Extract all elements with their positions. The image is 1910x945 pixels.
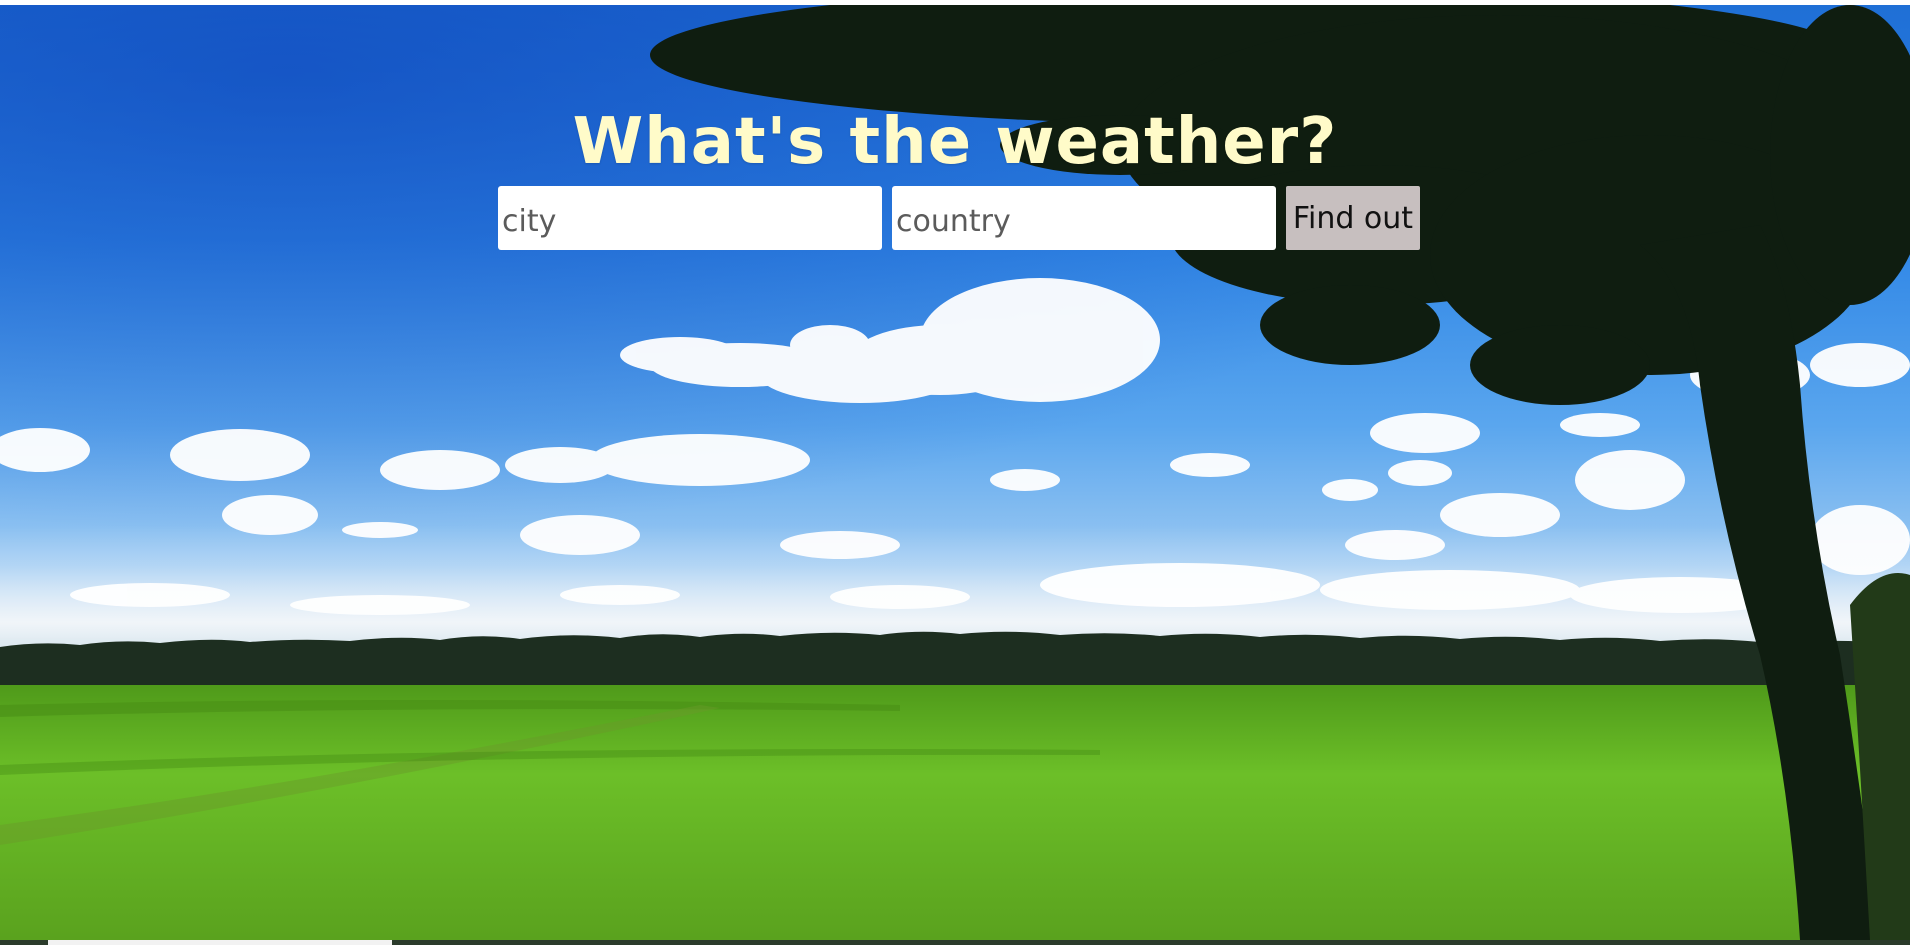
find-out-button[interactable]: Find out — [1286, 186, 1420, 250]
country-input[interactable] — [892, 186, 1276, 250]
page-title: What's the weather? — [572, 104, 1338, 179]
city-input[interactable] — [498, 186, 882, 250]
scrollbar-thumb[interactable] — [48, 940, 392, 945]
